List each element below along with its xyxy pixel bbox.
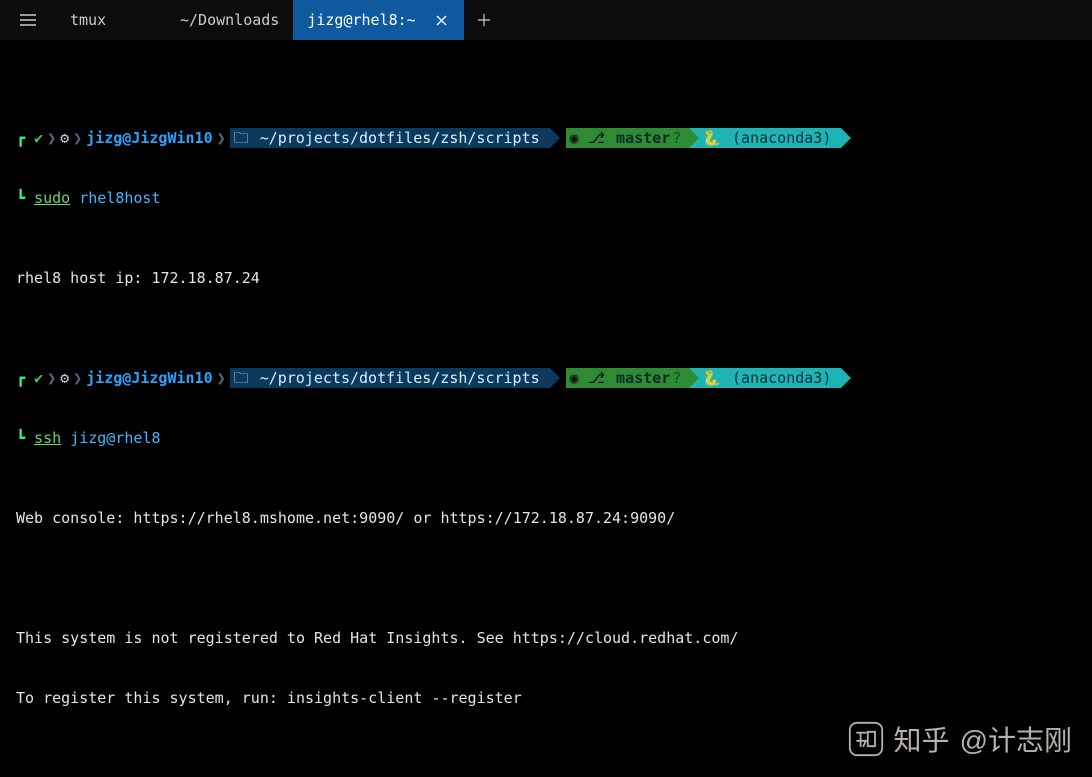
tab-rhel8[interactable]: jizg@rhel8:~ (293, 0, 463, 40)
chevron-icon: ❯ (69, 128, 86, 148)
gear-icon: ⚙ (60, 368, 69, 388)
prompt-bracket: ┏ (16, 128, 34, 148)
zhihu-logo-icon (848, 721, 884, 757)
watermark-author: @计志刚 (960, 719, 1072, 759)
tab-label: ~/Downloads (180, 11, 279, 29)
segment-arrow-icon (550, 368, 560, 388)
terminal-viewport[interactable]: ┏ ✔ ❯ ⚙ ❯ jizg@JizgWin10 ❯ 🗀 ~/projects/… (0, 40, 1092, 777)
success-tick-icon: ✔ (34, 128, 43, 148)
chevron-icon: ❯ (213, 128, 230, 148)
prompt-line-1: ┏ ✔ ❯ ⚙ ❯ jizg@JizgWin10 ❯ 🗀 ~/projects/… (16, 128, 1076, 148)
segment-arrow-icon (841, 368, 851, 388)
cwd-path: ~/projects/dotfiles/zsh/scripts (258, 128, 542, 148)
git-branch: master (614, 368, 672, 388)
tab-downloads[interactable]: ~/Downloads (166, 0, 293, 40)
close-tab-icon[interactable] (434, 12, 450, 28)
conda-env: (anaconda3) (730, 368, 833, 388)
user-host: jizg@JizgWin10 (86, 368, 212, 388)
command-name: ssh (34, 429, 61, 447)
git-status-icon: ? (672, 128, 681, 148)
title-bar: tmux ~/Downloads jizg@rhel8:~ (0, 0, 1092, 40)
gear-icon: ⚙ (60, 128, 69, 148)
folder-icon: 🗀 (234, 368, 258, 388)
prompt-line-2: ┏ ✔ ❯ ⚙ ❯ jizg@JizgWin10 ❯ 🗀 ~/projects/… (16, 368, 1076, 388)
chevron-icon: ❯ (43, 128, 60, 148)
new-tab-button[interactable] (464, 0, 504, 40)
motd-line: This system is not registered to Red Hat… (16, 628, 1076, 648)
user-host: jizg@JizgWin10 (86, 128, 212, 148)
branch-icon: ⎇ (588, 128, 614, 148)
segment-arrow-icon (689, 368, 699, 388)
command-line-2: ┗ ssh jizg@rhel8 (16, 428, 1076, 448)
segment-arrow-icon (689, 128, 699, 148)
git-status-icon: ? (672, 368, 681, 388)
branch-icon: ⎇ (588, 368, 614, 388)
path-segment: 🗀 ~/projects/dotfiles/zsh/scripts (230, 128, 550, 148)
motd-line: To register this system, run: insights-c… (16, 688, 1076, 708)
conda-segment: 🐍 (anaconda3) (689, 128, 841, 148)
cwd-path: ~/projects/dotfiles/zsh/scripts (258, 368, 542, 388)
tab-label: jizg@rhel8:~ (307, 11, 415, 29)
git-branch: master (614, 128, 672, 148)
output-line: rhel8 host ip: 172.18.87.24 (16, 268, 1076, 288)
success-tick-icon: ✔ (34, 368, 43, 388)
git-segment: ◉ ⎇ master ? (566, 368, 690, 388)
conda-segment: 🐍 (anaconda3) (689, 368, 841, 388)
folder-icon: 🗀 (234, 128, 258, 148)
command-arg: rhel8host (79, 189, 160, 207)
tab-tmux[interactable]: tmux (56, 0, 166, 40)
command-arg: jizg@rhel8 (70, 429, 160, 447)
command-name: sudo (34, 189, 70, 207)
watermark: 知乎 @计志刚 (848, 719, 1072, 759)
watermark-site: 知乎 (894, 719, 950, 759)
tab-label: tmux (70, 11, 106, 29)
github-icon: ◉ (570, 368, 588, 388)
git-segment: ◉ ⎇ master ? (566, 128, 690, 148)
github-icon: ◉ (570, 128, 588, 148)
segment-arrow-icon (550, 128, 560, 148)
conda-env: (anaconda3) (730, 128, 833, 148)
motd-line: Web console: https://rhel8.mshome.net:90… (16, 508, 1076, 528)
path-segment: 🗀 ~/projects/dotfiles/zsh/scripts (230, 368, 550, 388)
command-line-1: ┗ sudo rhel8host (16, 188, 1076, 208)
segment-arrow-icon (841, 128, 851, 148)
hamburger-menu-icon[interactable] (0, 0, 56, 40)
